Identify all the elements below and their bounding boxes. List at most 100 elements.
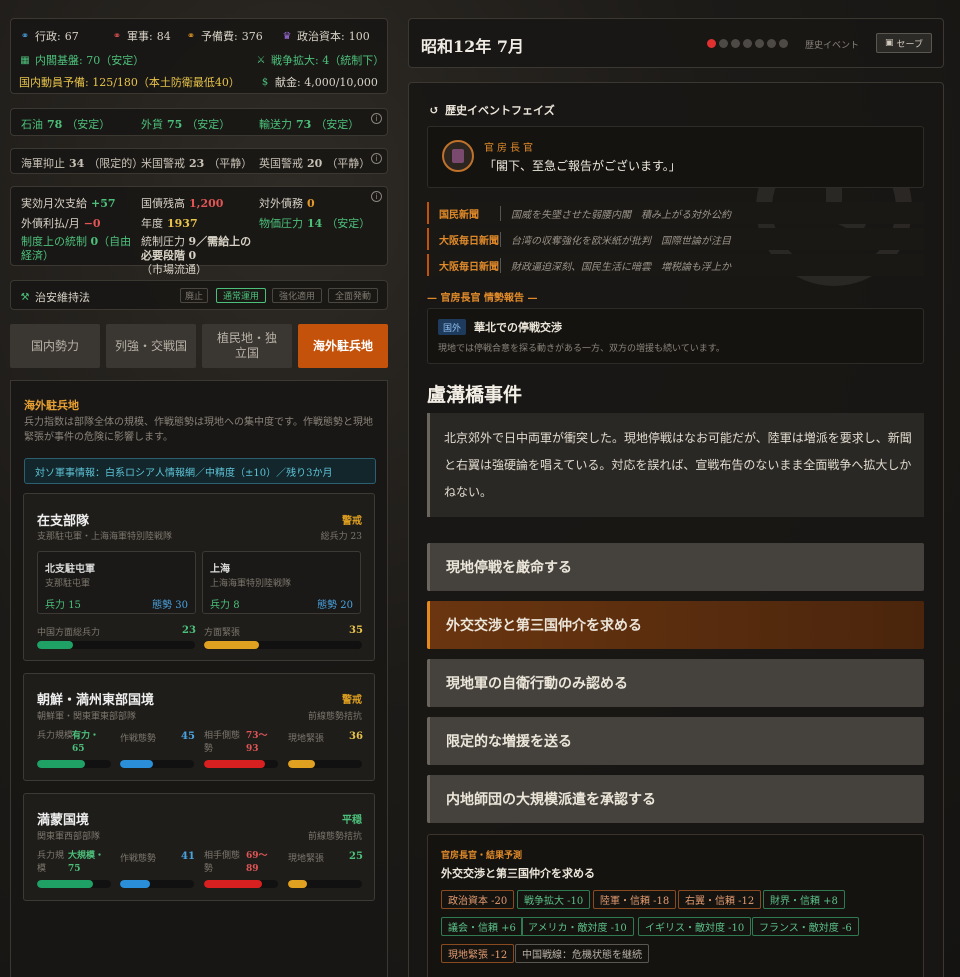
force-bar (37, 880, 111, 888)
info-icon[interactable]: i (371, 113, 382, 124)
tension-bar (288, 760, 362, 768)
phase-dots (707, 39, 788, 48)
mode-abolish-button[interactable]: 廃止 (180, 288, 208, 303)
op-value: 41 (181, 851, 195, 862)
force-value: 大規模・75 (68, 851, 105, 874)
mobilization-stat: 国内動員予備: 125/180（本土防衛最低40） (19, 76, 240, 89)
choice-diplomacy[interactable]: 外交交渉と第三国仲介を求める (427, 601, 924, 649)
info-icon[interactable]: i (371, 191, 382, 202)
report-header: — 官房長官 情勢報告 — (427, 293, 538, 304)
info-icon[interactable]: i (371, 153, 382, 164)
choice-self-defense[interactable]: 現地軍の自衛行動のみ認める (427, 659, 924, 707)
unit-card-north-china[interactable]: 北支駐屯軍 支那駐屯軍 兵力 15 態勢 30 (37, 551, 196, 614)
hammer-icon: ⚒ (20, 291, 30, 303)
admin-stat: ⚭ 行政: 67 (20, 29, 79, 44)
clock-icon: ↺ (429, 103, 440, 117)
tab-domestic[interactable]: 国内勢力 (10, 324, 100, 368)
tab-overseas[interactable]: 海外駐兵地 (298, 324, 388, 368)
unit-sub: 支那駐屯軍 (45, 579, 91, 589)
enemy-label: 相手側態勢 (204, 731, 241, 754)
effect-chip: 陸軍・信頼 -18 (593, 890, 677, 909)
garrison-sub: 支那駐屯軍・上海海軍特別陸戦隊 (37, 532, 173, 542)
effect-chip: 議会・信頼 +6 (441, 917, 523, 936)
garrison-card-manchuria-mongolia[interactable]: 満蒙国境 平穏 関東軍西部部隊 前線態勢拮抗 兵力規模 大規模・75 作戦態勢 … (23, 793, 375, 901)
foreign-debt-stat: 対外債務 0 (259, 196, 315, 211)
floppy-icon: ▣ (885, 38, 894, 48)
intel-banner: 対ソ軍事情報：白系ロシア人情報網／中精度（±10）／残り3か月 (24, 458, 376, 484)
garrison-name: 満蒙国境 (37, 813, 90, 828)
phase-dot (743, 39, 752, 48)
unit-name: 北支駐屯軍 (45, 564, 95, 575)
save-button[interactable]: ▣ セーブ (876, 33, 932, 53)
header-bar: 昭和12年 7月 歴史イベント ▣ セーブ (408, 18, 944, 68)
phase-dot (755, 39, 764, 48)
front-status: 前線態勢拮抗 (307, 712, 362, 722)
mode-strengthen-button[interactable]: 強化適用 (272, 288, 322, 303)
choice-ceasefire[interactable]: 現地停戦を厳命する (427, 543, 924, 591)
resources-panel: 石油 78 （安定） 外貨 75 （安定） 輸送力 73 （安定） i (10, 108, 388, 136)
choice-limited-reinforce[interactable]: 限定的な増援を送る (427, 717, 924, 765)
bar-fill (288, 760, 315, 768)
oil-stat: 石油 78 （安定） (21, 117, 111, 132)
event-body-box: 北京郊外で日中両軍が衝突した。現地停戦はなお可能だが、陸軍は増派を要求し、新聞と… (427, 413, 924, 517)
naval-restraint-stat: 海軍抑止 34 （限定的） (21, 156, 144, 171)
force-value: 有力・65 (72, 731, 100, 754)
tension-value: 36 (349, 731, 363, 742)
top-stats-panel: ⚭ 行政: 67 ⚭ 軍事: 84 ⚭ 予備費: 376 ♛ 政治資本: 100 ▦ 内… (10, 18, 388, 94)
enemy-value: 73〜93 (246, 731, 268, 754)
forex-stat: 外貨 75 （安定） (141, 117, 231, 132)
op-label: 作戦態勢 (120, 854, 157, 864)
tension-value: 25 (349, 851, 363, 862)
phase-title: ↺ 歴史イベントフェイズ (429, 103, 555, 117)
force-label: 兵力規模 (37, 851, 65, 874)
security-title: ⚒ 治安維持法 (20, 291, 90, 304)
overseas-title: 海外駐兵地 (24, 399, 79, 412)
phase-dot (779, 39, 788, 48)
report-card: 国外 華北での停戦交渉 現地では停戦合意を探る動きがある一方、双方の増援も続いて… (427, 308, 924, 364)
news-item: 大阪毎日新聞 財政逼迫深刻、国民生活に暗雲 増税論も浮上か (427, 254, 924, 276)
crown-icon: ♛ (282, 30, 292, 42)
unit-force: 兵力 15 (45, 600, 81, 611)
interest-stat: 外債利払/月 −0 (21, 216, 101, 231)
phase-label: 歴史イベント (805, 41, 860, 51)
person-icon (452, 149, 464, 163)
effect-chip: 政治資本 -20 (441, 890, 515, 909)
tab-powers[interactable]: 列強・交戦国 (106, 324, 196, 368)
phase-dot-active (707, 39, 716, 48)
garrison-card-china[interactable]: 在支部隊 警戒 支那駐屯軍・上海海軍特別陸戦隊 総兵力 23 北支駐屯軍 支那駐… (23, 493, 375, 661)
phase-dot (767, 39, 776, 48)
bar-fill (120, 880, 151, 888)
effect-chip: フランス・敵対度 -6 (752, 917, 859, 936)
overseas-description: 兵力指数は部隊全体の規模、作戦態勢は現地への集中度です。作戦態勢と現地緊張が事件… (24, 417, 373, 443)
tab-colonies[interactable]: 植民地・独立国 (202, 324, 292, 368)
speaker-box: 官房長官 「閣下、至急ご報告がございます。」 (427, 126, 924, 188)
report-title: 華北での停戦交渉 (474, 321, 562, 334)
enemy-bar (204, 880, 278, 888)
op-bar (120, 880, 194, 888)
effect-chip: 中国戦線：危機状態を継続 (515, 944, 649, 963)
unit-card-shanghai[interactable]: 上海 上海海軍特別陸戦隊 兵力 8 態勢 20 (202, 551, 361, 614)
forecast-header: 官房長官・結果予測 (441, 851, 523, 861)
mode-normal-button[interactable]: 通常運用 (216, 288, 266, 303)
bar-fill (37, 760, 86, 768)
price-stat: 物価圧力 14 （安定） (259, 216, 371, 231)
total-force: 総兵力 23 (320, 532, 362, 542)
choice-full-dispatch[interactable]: 内地師団の大規模派遣を承認する (427, 775, 924, 823)
front-value: 23 (182, 625, 196, 636)
bar-fill (37, 880, 93, 888)
mode-full-button[interactable]: 全面発動 (328, 288, 378, 303)
force-bar (37, 760, 111, 768)
cabinet-stat: ▦ 内閣基盤: 70（安定） (20, 54, 145, 67)
effect-chip: 財界・信頼 +8 (763, 890, 845, 909)
garrison-card-korea-manchuria[interactable]: 朝鮮・満州東部国境 警戒 朝鮮軍・関東軍東部部隊 前線態勢拮抗 兵力規模 有力・… (23, 673, 375, 781)
front-label: 中国方面総兵力 (37, 628, 101, 638)
force-label: 兵力規模 (37, 731, 74, 741)
control-stat: 制度上の統制 0（自由経済） (21, 235, 132, 262)
effect-chip: 戦争拡大 -10 (517, 890, 591, 909)
bar-fill (204, 880, 263, 888)
phase-dot (731, 39, 740, 48)
monthly-stat: 実効月次支給 +57 (21, 196, 116, 211)
tension-bar (288, 880, 362, 888)
naval-panel: 海軍抑止 34 （限定的） 米国警戒 23 （平静） 英国警戒 20 （平静） i (10, 148, 388, 174)
link-icon: ⚭ (20, 30, 30, 42)
